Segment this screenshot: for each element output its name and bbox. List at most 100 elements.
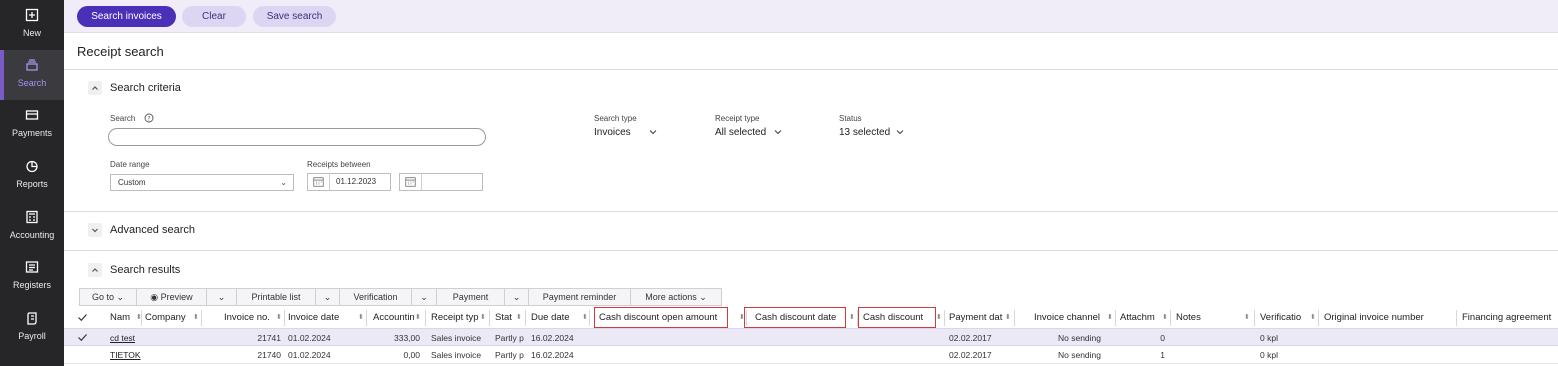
- column-separator[interactable]: [284, 310, 285, 326]
- column-separator[interactable]: [1318, 310, 1319, 326]
- chevron-down-icon[interactable]: [649, 128, 657, 136]
- sidebar-item-new[interactable]: New: [0, 0, 64, 50]
- column-header-payment-date[interactable]: Payment dat: [949, 308, 1003, 328]
- sidebar-item-payroll[interactable]: Payroll: [0, 303, 64, 353]
- column-separator[interactable]: [425, 310, 426, 326]
- printable-list-dropdown[interactable]: ⌄: [316, 289, 340, 305]
- cell-payment-date: 02.02.2017: [949, 333, 992, 343]
- calendar-icon[interactable]: [308, 174, 330, 190]
- column-header-invoice-date[interactable]: Invoice date: [288, 308, 350, 328]
- sort-icon[interactable]: ⬍: [849, 308, 855, 328]
- table-row[interactable]: TIETOK 21740 01.02.2024 0,00 Sales invoi…: [64, 346, 1558, 364]
- column-header-name[interactable]: Nam: [110, 308, 136, 328]
- column-header-original-invoice-number[interactable]: Original invoice number: [1324, 308, 1450, 328]
- date-range-select[interactable]: Custom ⌄: [110, 174, 294, 191]
- column-header-financing-agreement[interactable]: Financing agreement: [1462, 308, 1558, 328]
- collapse-criteria-toggle[interactable]: [88, 81, 102, 95]
- cell-name-link[interactable]: TIETOK: [110, 346, 142, 364]
- cell-invoice-channel: No sending: [1057, 350, 1101, 360]
- sort-icon[interactable]: ⬍: [480, 308, 486, 328]
- column-header-notes[interactable]: Notes: [1176, 308, 1216, 328]
- column-header-invoice-no[interactable]: Invoice no.: [224, 308, 274, 328]
- search-type-dropdown[interactable]: Invoices: [594, 127, 631, 138]
- sort-icon[interactable]: ⬍: [415, 308, 421, 328]
- expand-advanced-toggle[interactable]: [88, 223, 102, 237]
- cell-receipt-type: Sales invoice: [431, 333, 482, 343]
- table-row[interactable]: cd test 21741 01.02.2024 333,00 Sales in…: [64, 328, 1558, 346]
- search-type-label: Search type: [594, 114, 637, 123]
- sort-icon[interactable]: ⬍: [1310, 308, 1316, 328]
- column-separator[interactable]: [1254, 310, 1255, 326]
- column-header-company[interactable]: Company: [145, 308, 195, 328]
- sort-icon[interactable]: ⬍: [1005, 308, 1011, 328]
- sort-icon[interactable]: ⬍: [582, 308, 588, 328]
- column-header-receipt-type[interactable]: Receipt typ: [431, 308, 479, 328]
- preview-button[interactable]: ◉ Preview: [137, 289, 207, 305]
- column-separator[interactable]: [201, 310, 202, 326]
- chevron-down-icon[interactable]: [774, 128, 782, 136]
- column-header-cash-discount-date[interactable]: Cash discount date: [755, 308, 843, 328]
- sort-icon[interactable]: ⬍: [936, 308, 942, 328]
- verification-dropdown[interactable]: ⌄: [412, 289, 437, 305]
- verification-button[interactable]: Verification: [340, 289, 412, 305]
- sort-icon[interactable]: ⬍: [193, 308, 199, 328]
- chevron-down-icon[interactable]: [896, 128, 904, 136]
- column-separator[interactable]: [1170, 310, 1171, 326]
- column-header-invoice-channel[interactable]: Invoice channel: [1034, 308, 1104, 328]
- sort-icon[interactable]: ⬍: [516, 308, 522, 328]
- column-separator[interactable]: [1014, 310, 1015, 326]
- search-input[interactable]: [108, 128, 486, 146]
- more-actions-menu[interactable]: More actions ⌄: [631, 289, 721, 305]
- date-from-field[interactable]: 01.12.2023: [307, 173, 391, 191]
- column-separator[interactable]: [589, 310, 590, 326]
- chevron-down-icon: ⌄: [323, 292, 332, 302]
- help-icon[interactable]: ?: [144, 113, 154, 123]
- cell-name-link[interactable]: cd test: [110, 329, 142, 347]
- column-header-cash-discount[interactable]: Cash discount: [863, 308, 933, 328]
- clear-button[interactable]: Clear: [182, 6, 246, 27]
- receipt-type-dropdown[interactable]: All selected: [715, 127, 766, 138]
- payment-dropdown[interactable]: ⌄: [505, 289, 529, 305]
- calendar-icon[interactable]: [400, 174, 422, 190]
- cell-status: Partly p: [495, 350, 524, 360]
- column-header-accounting[interactable]: Accountin: [373, 308, 414, 328]
- payment-reminder-button[interactable]: Payment reminder: [529, 289, 631, 305]
- sort-icon[interactable]: ⬍: [358, 308, 364, 328]
- status-dropdown[interactable]: 13 selected: [839, 127, 890, 138]
- printable-list-button[interactable]: Printable list: [237, 289, 316, 305]
- sidebar-item-payments[interactable]: Payments: [0, 100, 64, 150]
- sort-icon[interactable]: ⬍: [1162, 308, 1168, 328]
- column-separator[interactable]: [366, 310, 367, 326]
- column-separator[interactable]: [525, 310, 526, 326]
- check-icon[interactable]: [77, 332, 88, 343]
- sidebar-item-accounting[interactable]: Accounting: [0, 202, 64, 252]
- column-separator[interactable]: [1456, 310, 1457, 326]
- column-header-cash-discount-open-amount[interactable]: Cash discount open amount: [599, 308, 725, 328]
- cell-attachments: 1: [1160, 350, 1165, 360]
- payment-button[interactable]: Payment: [437, 289, 505, 305]
- goto-menu[interactable]: Go to ⌄: [80, 289, 137, 305]
- column-header-attachments[interactable]: Attachm: [1120, 308, 1160, 328]
- sidebar-item-reports[interactable]: Reports: [0, 151, 64, 201]
- column-header-status[interactable]: Stat: [495, 308, 513, 328]
- save-search-button[interactable]: Save search: [253, 6, 336, 27]
- column-separator[interactable]: [944, 310, 945, 326]
- sidebar-item-registers[interactable]: Registers: [0, 252, 64, 302]
- preview-dropdown[interactable]: ⌄: [207, 289, 237, 305]
- column-separator[interactable]: [489, 310, 490, 326]
- date-to-field[interactable]: [399, 173, 483, 191]
- sort-icon[interactable]: ⬍: [1107, 308, 1113, 328]
- check-icon[interactable]: [77, 312, 88, 323]
- column-separator[interactable]: [1115, 310, 1116, 326]
- page-title: Receipt search: [77, 44, 164, 59]
- search-invoices-button[interactable]: Search invoices: [77, 6, 176, 27]
- sort-icon[interactable]: ⬍: [1244, 308, 1250, 328]
- card-icon: [25, 110, 39, 120]
- column-header-due-date[interactable]: Due date: [531, 308, 579, 328]
- column-separator[interactable]: [141, 310, 142, 326]
- sidebar-item-search[interactable]: Search: [0, 50, 64, 100]
- sort-icon[interactable]: ⬍: [276, 308, 282, 328]
- column-header-verification[interactable]: Verificatio: [1260, 308, 1308, 328]
- collapse-results-toggle[interactable]: [88, 263, 102, 277]
- register-icon: [25, 261, 39, 273]
